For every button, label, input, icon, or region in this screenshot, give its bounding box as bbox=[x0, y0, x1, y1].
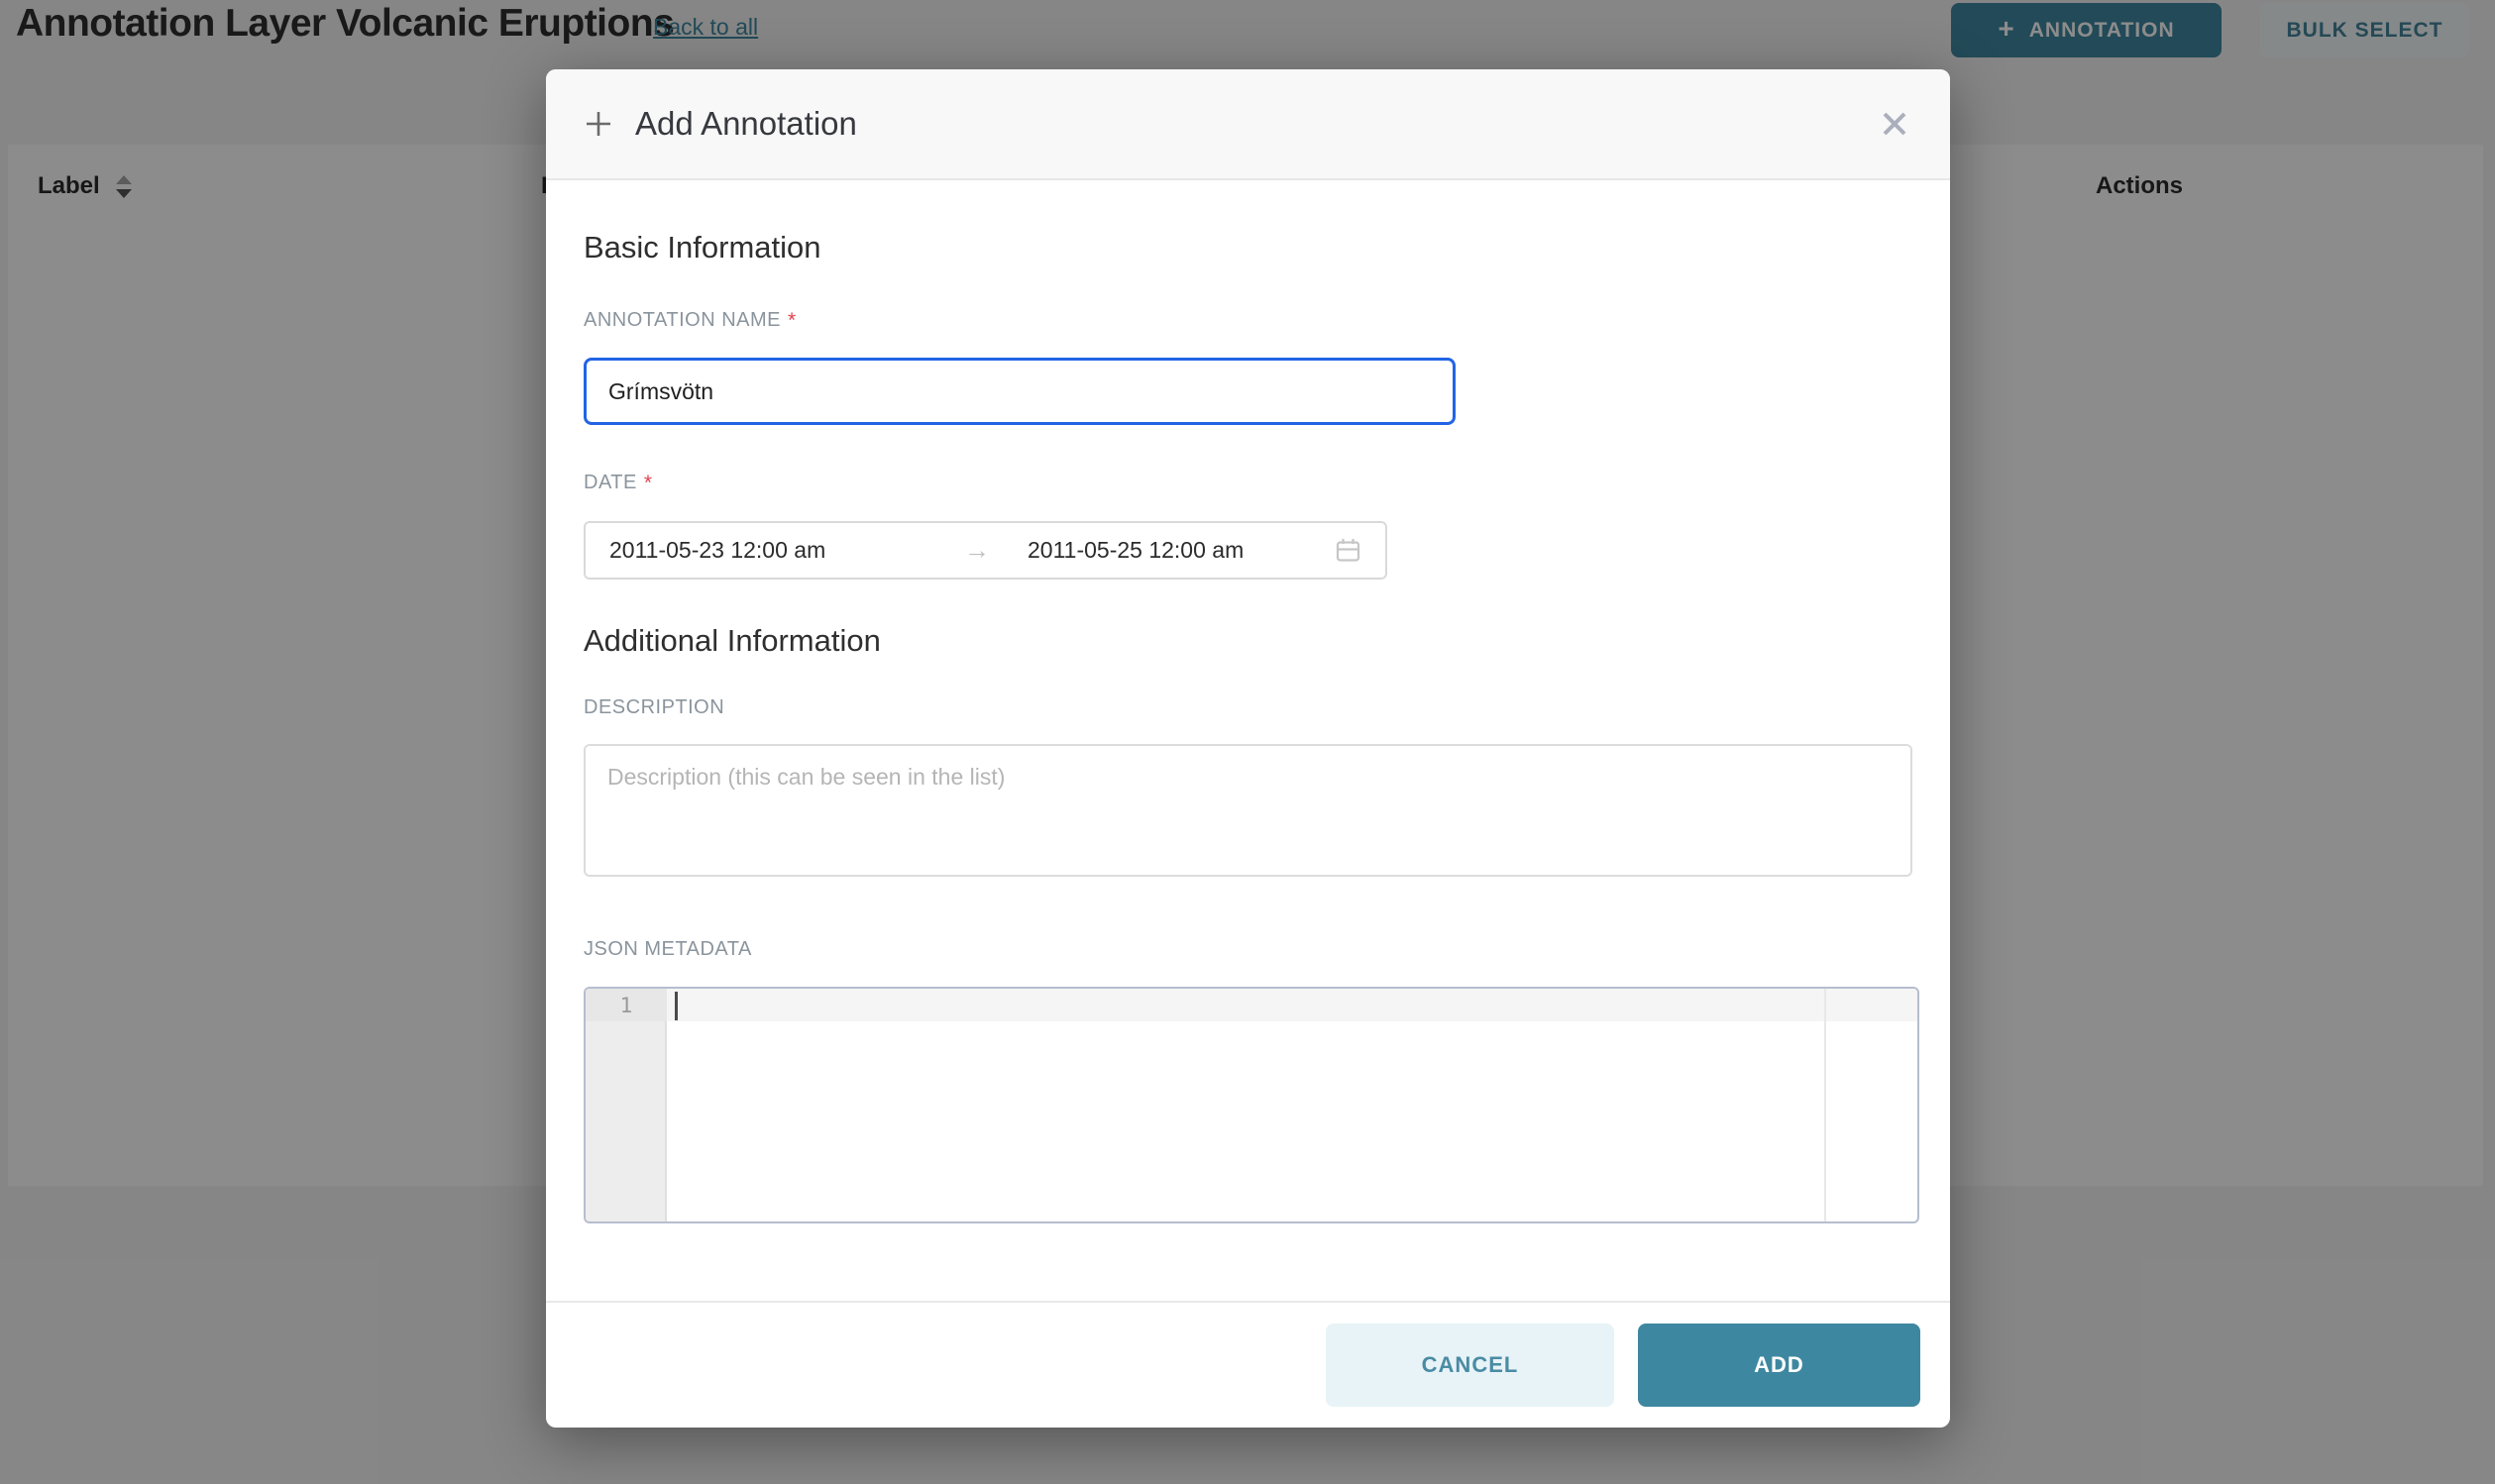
json-metadata-label-text: JSON METADATA bbox=[584, 938, 752, 961]
add-annotation-modal: Add Annotation Basic Information ANNOTAT… bbox=[546, 69, 1950, 1428]
editor-active-line bbox=[586, 989, 1917, 1021]
calendar-icon bbox=[1335, 537, 1361, 564]
date-label: DATE * bbox=[584, 472, 1912, 495]
annotation-name-input[interactable] bbox=[584, 358, 1456, 425]
modal-header: Add Annotation bbox=[546, 69, 1950, 180]
date-start-value[interactable]: 2011-05-23 12:00 am bbox=[609, 537, 964, 564]
annotation-name-label: ANNOTATION NAME * bbox=[584, 309, 1912, 333]
json-metadata-editor[interactable]: 1 bbox=[584, 987, 1919, 1223]
close-button[interactable] bbox=[1873, 102, 1916, 146]
annotation-name-label-text: ANNOTATION NAME bbox=[584, 309, 781, 332]
right-arrow-icon: → bbox=[964, 535, 1028, 566]
date-end-value[interactable]: 2011-05-25 12:00 am bbox=[1028, 537, 1327, 564]
modal-title: Add Annotation bbox=[635, 105, 857, 143]
description-label-text: DESCRIPTION bbox=[584, 696, 724, 719]
description-label: DESCRIPTION bbox=[584, 696, 1912, 719]
close-icon bbox=[1878, 107, 1911, 141]
editor-gutter bbox=[586, 989, 667, 1221]
editor-ruler-line bbox=[1824, 989, 1826, 1221]
editor-text-cursor bbox=[675, 992, 678, 1020]
required-asterisk: * bbox=[788, 309, 797, 333]
plus-icon bbox=[584, 109, 613, 139]
required-asterisk: * bbox=[644, 472, 653, 495]
date-range-picker[interactable]: 2011-05-23 12:00 am → 2011-05-25 12:00 a… bbox=[584, 521, 1387, 580]
json-metadata-label: JSON METADATA bbox=[584, 938, 1912, 961]
modal-footer: CANCEL ADD bbox=[546, 1301, 1950, 1428]
add-button[interactable]: ADD bbox=[1638, 1324, 1920, 1407]
section-heading-additional: Additional Information bbox=[584, 623, 1912, 659]
date-label-text: DATE bbox=[584, 472, 637, 494]
cancel-button[interactable]: CANCEL bbox=[1326, 1324, 1614, 1407]
section-heading-basic: Basic Information bbox=[584, 230, 1912, 265]
editor-line-number: 1 bbox=[586, 989, 667, 1021]
description-textarea[interactable] bbox=[584, 744, 1912, 877]
modal-body: Basic Information ANNOTATION NAME * DATE… bbox=[546, 180, 1950, 1301]
